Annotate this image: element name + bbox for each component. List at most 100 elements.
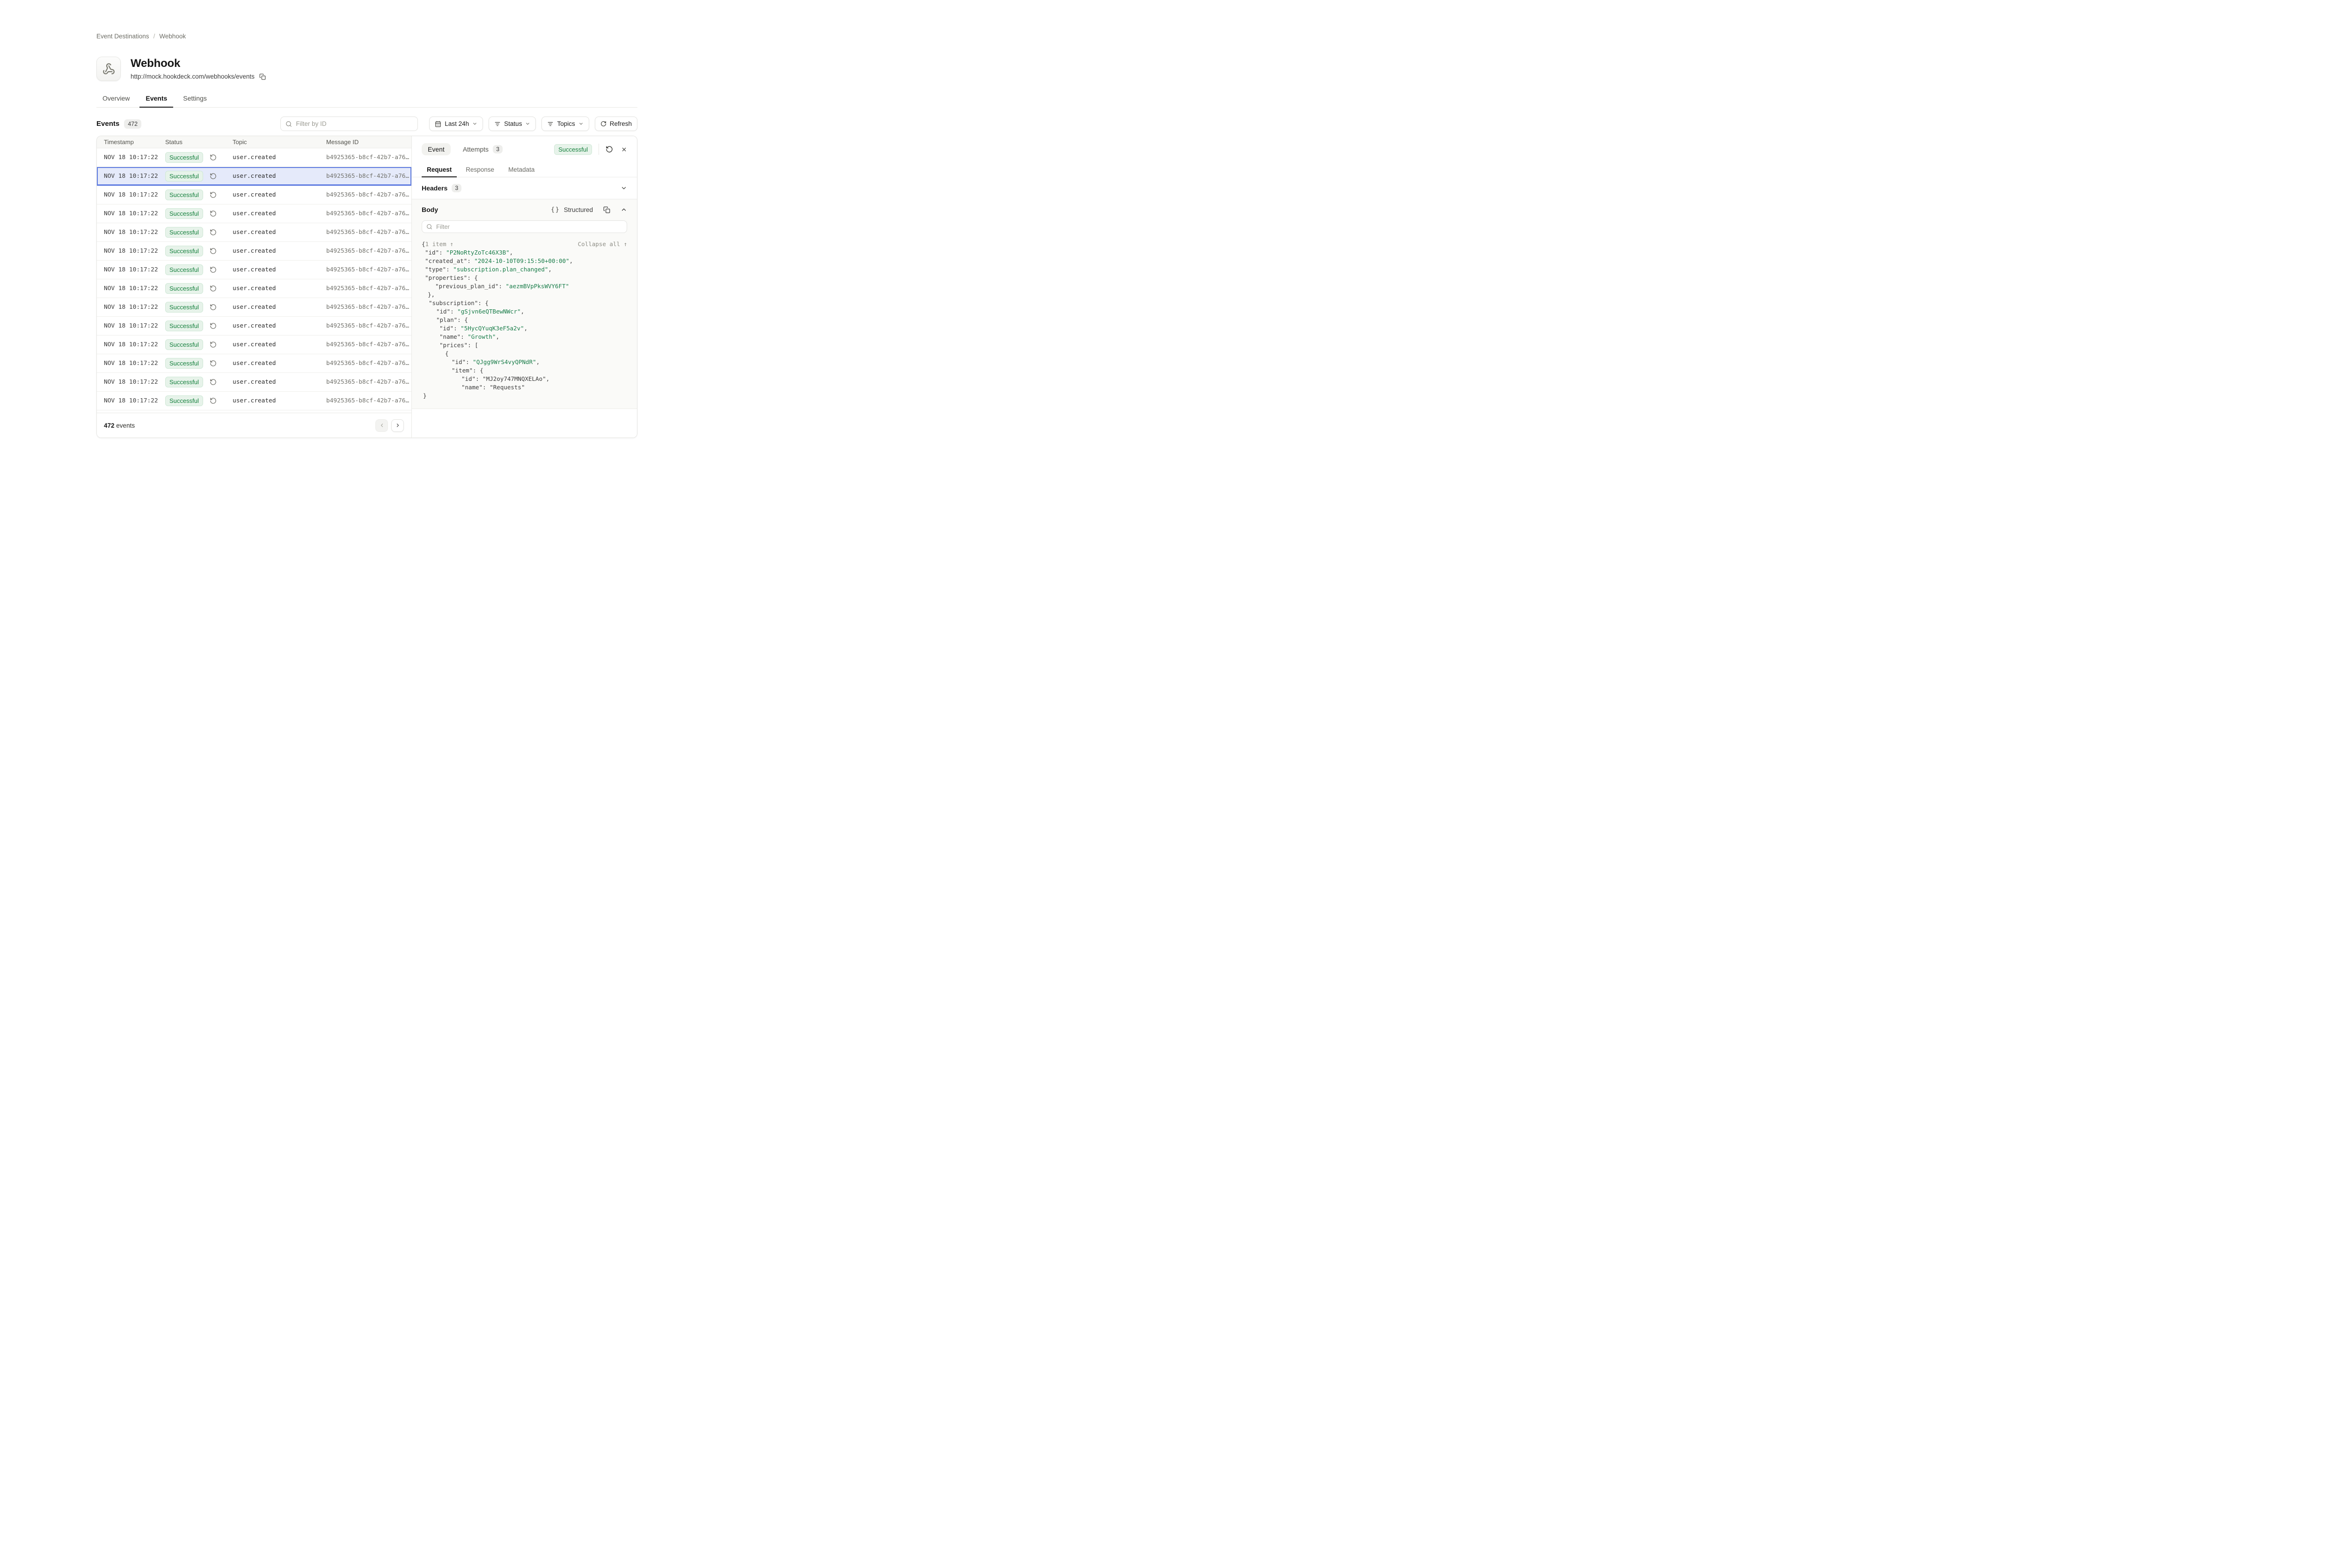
retry-icon[interactable]	[210, 322, 217, 329]
headers-label: Headers	[422, 184, 447, 192]
retry-icon[interactable]	[210, 173, 217, 180]
cell-status: Successful	[165, 377, 233, 387]
table-row[interactable]: NOV 18 10:17:22Successfuluser.createdb49…	[97, 279, 411, 298]
retry-icon[interactable]	[210, 154, 217, 161]
refresh-icon	[600, 121, 607, 127]
tab-overview[interactable]: Overview	[96, 95, 136, 107]
webhook-avatar	[96, 57, 121, 81]
retry-icon[interactable]	[210, 266, 217, 273]
table-row[interactable]: NOV 18 10:17:22Successfuluser.createdb49…	[97, 204, 411, 223]
status-filter-button[interactable]: Status	[489, 117, 536, 131]
retry-icon[interactable]	[210, 191, 217, 198]
topics-filter-button[interactable]: Topics	[541, 117, 589, 131]
json-line: "item": {	[422, 366, 627, 375]
cell-topic: user.created	[233, 379, 326, 386]
cell-topic: user.created	[233, 285, 326, 292]
table-row[interactable]: NOV 18 10:17:22Successfuluser.createdb49…	[97, 373, 411, 392]
retry-icon[interactable]	[210, 248, 217, 255]
tab-events[interactable]: Events	[139, 95, 173, 107]
retry-icon[interactable]	[210, 285, 217, 292]
breadcrumb-event-destinations[interactable]: Event Destinations	[96, 33, 149, 40]
cell-status: Successful	[165, 395, 233, 406]
table-row[interactable]: NOV 18 10:17:22Successfuluser.createdb49…	[97, 242, 411, 261]
status-badge: Successful	[165, 208, 203, 219]
retry-icon[interactable]	[210, 341, 217, 348]
chevron-right-icon	[395, 423, 401, 428]
cell-timestamp: NOV 18 10:17:22	[97, 285, 165, 292]
cell-status: Successful	[165, 339, 233, 350]
table-row[interactable]: NOV 18 10:17:22Successfuluser.createdb49…	[97, 354, 411, 373]
copy-url-icon[interactable]	[259, 73, 266, 80]
event-tab[interactable]: Event	[422, 143, 451, 155]
table-row[interactable]: NOV 18 10:17:22Successfuluser.createdb49…	[97, 392, 411, 410]
retry-icon[interactable]	[210, 397, 217, 404]
filter-lines-icon	[547, 121, 554, 127]
cell-timestamp: NOV 18 10:17:22	[97, 304, 165, 311]
previous-page-button[interactable]	[375, 419, 388, 432]
tab-settings[interactable]: Settings	[177, 95, 213, 107]
table-row[interactable]: NOV 18 10:17:22Successfuluser.createdb49…	[97, 148, 411, 167]
json-line: "type": "subscription.plan_changed",	[422, 265, 627, 274]
cell-message-id: b4925365-b8cf-42b7-a76…	[326, 285, 411, 292]
cell-status: Successful	[165, 283, 233, 294]
json-line: "created_at": "2024-10-10T09:15:50+00:00…	[422, 257, 627, 265]
retry-icon[interactable]	[210, 360, 217, 367]
time-filter-button[interactable]: Last 24h	[429, 117, 483, 131]
cell-status: Successful	[165, 264, 233, 275]
json-summary-left[interactable]: {1 item ↑	[422, 240, 453, 248]
tab-metadata[interactable]: Metadata	[503, 162, 540, 177]
headers-expand-icon[interactable]	[621, 185, 627, 191]
cell-message-id: b4925365-b8cf-42b7-a76…	[326, 379, 411, 386]
headers-section[interactable]: Headers 3	[412, 177, 637, 199]
chevron-down-icon	[472, 121, 477, 126]
filter-by-id-search[interactable]	[280, 117, 418, 131]
structured-mode-toggle[interactable]: {} Structured	[551, 206, 593, 213]
cell-status: Successful	[165, 152, 233, 163]
table-row[interactable]: NOV 18 10:17:22Successfuluser.createdb49…	[97, 261, 411, 279]
retry-icon[interactable]	[210, 379, 217, 386]
retry-icon[interactable]	[210, 229, 217, 236]
tab-response[interactable]: Response	[461, 162, 499, 177]
retry-icon[interactable]	[210, 210, 217, 217]
status-badge: Successful	[165, 339, 203, 350]
json-summary: {1 item ↑ Collapse all ↑	[422, 240, 627, 248]
table-row[interactable]: NOV 18 10:17:22Successfuluser.createdb49…	[97, 186, 411, 204]
cell-status: Successful	[165, 302, 233, 313]
tab-request[interactable]: Request	[422, 162, 457, 177]
cell-message-id: b4925365-b8cf-42b7-a76…	[326, 397, 411, 404]
body-filter-search[interactable]	[422, 220, 627, 233]
copy-body-icon[interactable]	[603, 206, 610, 213]
retry-icon[interactable]	[210, 304, 217, 311]
json-line: "prices": [	[422, 341, 627, 350]
page: { "breadcrumb": { "items": ["Event Desti…	[0, 0, 721, 466]
events-total: 472 events	[104, 422, 135, 429]
cell-timestamp: NOV 18 10:17:22	[97, 379, 165, 386]
body-collapse-icon[interactable]	[621, 206, 627, 213]
table-row[interactable]: NOV 18 10:17:22Successfuluser.createdb49…	[97, 167, 411, 186]
cell-message-id: b4925365-b8cf-42b7-a76…	[326, 248, 411, 255]
next-page-button[interactable]	[391, 419, 404, 432]
table-row[interactable]: NOV 18 10:17:22Successfuluser.createdb49…	[97, 317, 411, 335]
status-badge: Successful	[165, 152, 203, 163]
cell-timestamp: NOV 18 10:17:22	[97, 360, 165, 367]
table-row[interactable]: NOV 18 10:17:22Successfuluser.createdb49…	[97, 223, 411, 242]
cell-timestamp: NOV 18 10:17:22	[97, 248, 165, 255]
table-row[interactable]: NOV 18 10:17:22Successfuluser.createdb49…	[97, 335, 411, 354]
search-input[interactable]	[296, 120, 413, 127]
body-section: Body {} Structured	[412, 199, 637, 409]
attempts-tab[interactable]: Attempts 3	[463, 145, 503, 153]
cell-message-id: b4925365-b8cf-42b7-a76…	[326, 266, 411, 273]
retry-event-icon[interactable]	[606, 146, 613, 153]
panel-empty-area	[412, 409, 637, 438]
table-row[interactable]: NOV 18 10:17:22Successfuluser.createdb49…	[97, 298, 411, 317]
collapse-all-button[interactable]: Collapse all ↑	[578, 240, 627, 248]
body-filter-input[interactable]	[436, 223, 622, 230]
detail-sub-tabs: Request Response Metadata	[412, 162, 637, 177]
cell-topic: user.created	[233, 229, 326, 236]
refresh-button[interactable]: Refresh	[595, 117, 637, 131]
cell-topic: user.created	[233, 360, 326, 367]
json-line: "name": "Requests"	[422, 383, 627, 392]
pagination	[375, 419, 404, 432]
close-panel-icon[interactable]	[621, 146, 627, 153]
attempts-count-badge: 3	[493, 145, 503, 153]
